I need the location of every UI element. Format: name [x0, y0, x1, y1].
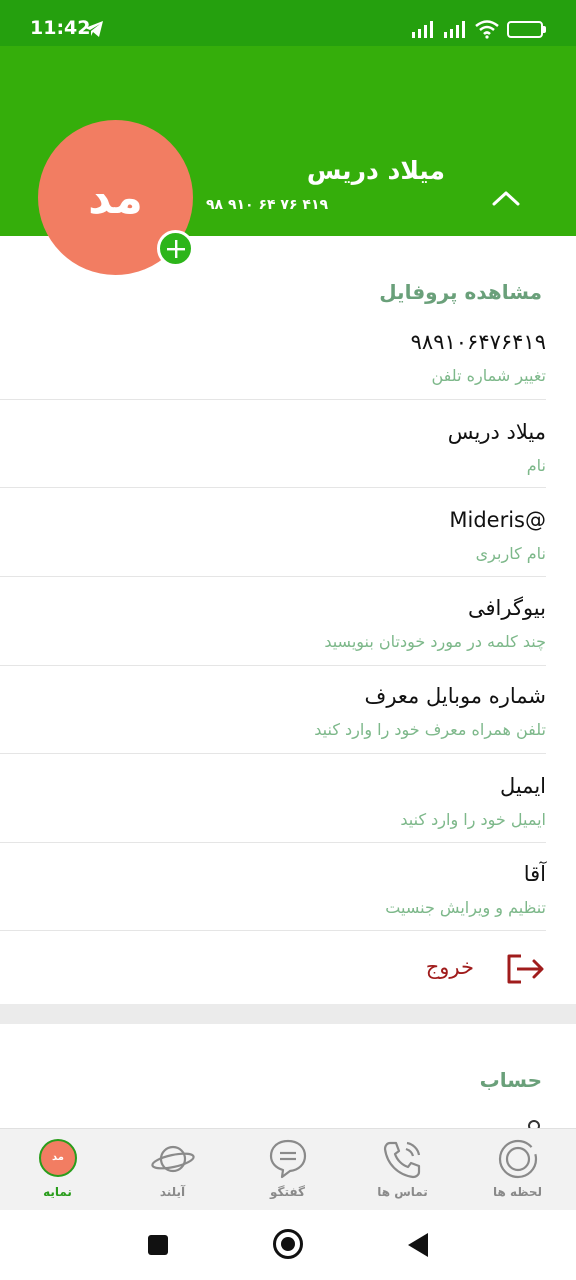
- name-row[interactable]: میلاد دریس نام: [0, 420, 546, 488]
- nav-item-profile[interactable]: مد نمایه: [0, 1129, 115, 1211]
- battery-icon: 96: [507, 21, 543, 38]
- chat-bubble-icon: [269, 1139, 307, 1179]
- logout-label: خروج: [425, 955, 474, 979]
- row-label: نام کاربری: [475, 544, 546, 563]
- section-title-account: حساب: [479, 1068, 542, 1092]
- nav-label: گفتگو: [269, 1185, 305, 1199]
- referrer-phone-row[interactable]: شماره موبایل معرف تلفن همراه معرف خود را…: [0, 684, 546, 754]
- divider: [0, 930, 546, 931]
- section-separator: [0, 1004, 576, 1024]
- recent-apps-button[interactable]: [148, 1235, 168, 1255]
- battery-nub: [543, 26, 546, 33]
- home-dot: [281, 1237, 295, 1251]
- row-label: تلفن همراه معرف خود را وارد کنید: [314, 720, 546, 739]
- plus-icon: [167, 240, 185, 258]
- divider: [0, 665, 546, 666]
- row-label: ایمیل خود را وارد کنید: [400, 810, 546, 829]
- bottom-navigation: مد نمایه آیلند گفتگو تماس ها لحظه ها: [0, 1128, 576, 1210]
- telegram-icon: [85, 21, 103, 37]
- section-title-view-profile: مشاهده پروفایل: [379, 280, 542, 304]
- profile-name: میلاد دریس: [306, 156, 445, 185]
- nav-item-moments[interactable]: لحظه ها: [460, 1129, 575, 1211]
- profile-phone: ۹۸ ۹۱۰ ۶۴ ۷۶ ۴۱۹: [206, 197, 329, 213]
- logout-icon: [507, 954, 544, 984]
- gender-row[interactable]: آقا تنظیم و ویرایش جنسیت: [0, 862, 546, 930]
- row-value: ایمیل: [499, 774, 546, 798]
- phone-call-icon: [383, 1141, 421, 1179]
- add-photo-button[interactable]: [157, 230, 194, 267]
- signal-icon: [444, 21, 465, 38]
- email-row[interactable]: ایمیل ایمیل خود را وارد کنید: [0, 774, 546, 842]
- nav-item-calls[interactable]: تماس ها: [345, 1129, 460, 1211]
- status-bar: 11:42 96: [0, 0, 576, 46]
- system-navigation-bar: [0, 1210, 576, 1280]
- nav-label: آیلند: [159, 1185, 186, 1199]
- home-button[interactable]: [273, 1229, 303, 1259]
- nav-label: نمایه: [43, 1185, 72, 1199]
- row-value: آقا: [523, 862, 546, 886]
- back-button[interactable]: [408, 1233, 428, 1257]
- phone-row[interactable]: ۹۸۹۱۰۶۴۷۶۴۱۹ تغییر شماره تلفن: [0, 328, 546, 400]
- nav-label: تماس ها: [377, 1185, 428, 1199]
- battery-percent: 96: [517, 23, 533, 36]
- status-time: 11:42: [30, 17, 91, 39]
- divider: [0, 576, 546, 577]
- chevron-up-icon[interactable]: [488, 184, 524, 212]
- divider: [0, 753, 546, 754]
- row-label: چند کلمه در مورد خودتان بنویسید: [324, 632, 546, 651]
- row-value: شماره موبایل معرف: [364, 684, 546, 708]
- logout-button[interactable]: خروج: [400, 946, 550, 992]
- divider: [0, 487, 546, 488]
- username-row[interactable]: @Mideris نام کاربری: [0, 508, 546, 576]
- profile-avatar-icon: مد: [39, 1139, 77, 1177]
- planet-icon: [151, 1145, 195, 1173]
- divider: [0, 842, 546, 843]
- nav-item-chat[interactable]: گفتگو: [230, 1129, 345, 1211]
- wifi-icon: [475, 20, 499, 39]
- row-value: ۹۸۹۱۰۶۴۷۶۴۱۹: [410, 330, 546, 354]
- nav-item-island[interactable]: آیلند: [115, 1129, 230, 1211]
- signal-icon: [412, 21, 433, 38]
- divider: [0, 399, 546, 400]
- row-value: میلاد دریس: [447, 420, 546, 444]
- nav-label: لحظه ها: [492, 1185, 543, 1199]
- bio-row[interactable]: بیوگرافی چند کلمه در مورد خودتان بنویسید: [0, 596, 546, 666]
- row-value: بیوگرافی: [468, 596, 546, 620]
- row-label: تغییر شماره تلفن: [431, 366, 547, 385]
- row-label: تنظیم و ویرایش جنسیت: [385, 898, 546, 917]
- moments-circle-icon: [498, 1139, 538, 1179]
- row-label: نام: [526, 456, 546, 475]
- row-value: @Mideris: [449, 508, 546, 532]
